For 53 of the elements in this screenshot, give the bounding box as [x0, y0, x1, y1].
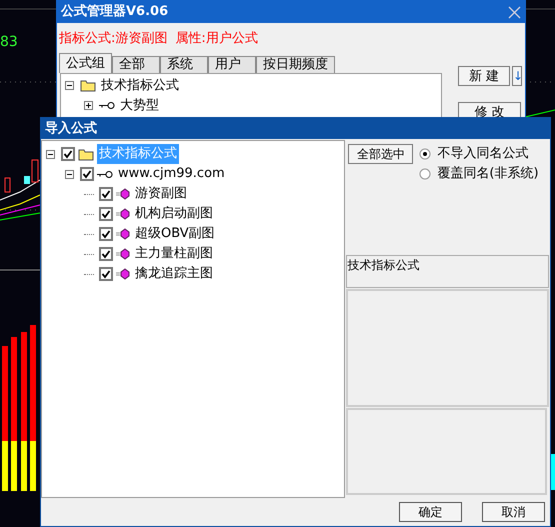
candlestick: [4, 178, 10, 192]
tree-item[interactable]: 主力量柱副图: [133, 244, 215, 264]
price-reading: 83: [0, 33, 18, 52]
tree-item[interactable]: 游资副图: [133, 184, 189, 204]
checked-checkbox[interactable]: [99, 247, 113, 261]
checked-checkbox[interactable]: [99, 207, 113, 221]
tree-item[interactable]: 擒龙追踪主图: [133, 264, 215, 284]
candlestick: [24, 176, 30, 184]
tab[interactable]: 全部: [112, 56, 160, 72]
tab[interactable]: 按日期频度: [256, 56, 335, 72]
radio-button[interactable]: [419, 168, 432, 180]
tab[interactable]: 用户: [208, 56, 256, 72]
key-icon: [99, 101, 115, 110]
gem-icon: [116, 188, 130, 200]
tree-item[interactable]: 机构启动副图: [133, 204, 215, 224]
checked-checkbox[interactable]: [80, 167, 94, 181]
tree-item[interactable]: 技术指标公式: [99, 76, 181, 96]
checked-checkbox[interactable]: [99, 267, 113, 281]
gem-icon: [116, 208, 130, 220]
gem-icon: [116, 268, 130, 280]
tree-item[interactable]: 大势型: [118, 96, 161, 116]
candlestick: [32, 160, 38, 182]
action-button[interactable]: 新 建: [458, 66, 510, 86]
tree-item[interactable]: 超级OBV副图: [133, 224, 217, 244]
option-label: 覆盖同名(非系统): [437, 165, 539, 184]
select-all-button[interactable]: 全部选中: [348, 144, 414, 164]
checked-checkbox[interactable]: [99, 227, 113, 241]
gem-icon: [116, 228, 130, 240]
gem-icon: [116, 248, 130, 260]
dialog-button[interactable]: 取消: [482, 502, 545, 522]
group-name: 技术指标公式: [347, 258, 420, 272]
option-label: 不导入同名公式: [437, 145, 528, 164]
window-title: 公式管理器V6.06: [61, 3, 168, 22]
arrow-button[interactable]: ↓: [512, 66, 522, 86]
dialog-button[interactable]: 确定: [399, 502, 462, 522]
folder-icon: [78, 148, 94, 160]
radio-button[interactable]: [419, 148, 432, 160]
folder-icon: [80, 79, 96, 92]
checked-checkbox[interactable]: [61, 147, 75, 161]
expand-icon[interactable]: [84, 101, 93, 110]
moving-average-line: [524, 110, 555, 118]
checked-checkbox[interactable]: [99, 187, 113, 201]
key-icon: [97, 170, 113, 178]
close-icon[interactable]: [508, 6, 521, 18]
formula-label: 指标公式:游资副图: [59, 30, 168, 48]
collapse-icon[interactable]: [65, 170, 74, 178]
attribute-label: 属性:用户公式: [175, 30, 258, 48]
window-title: 导入公式: [45, 120, 97, 138]
collapse-icon[interactable]: [65, 81, 74, 90]
tab[interactable]: 公式组: [59, 52, 112, 72]
tree-item[interactable]: www.cjm99.com: [116, 164, 227, 184]
tab[interactable]: 系统: [160, 56, 208, 72]
collapse-icon[interactable]: [46, 150, 55, 158]
